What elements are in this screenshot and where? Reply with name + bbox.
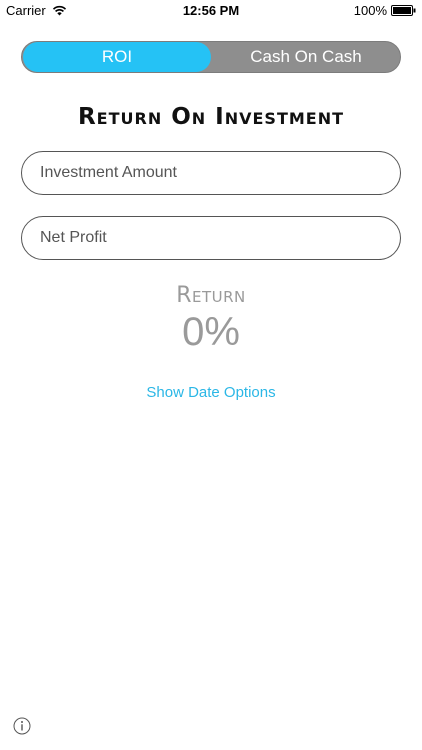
show-date-options-link[interactable]: Show Date Options: [0, 384, 422, 401]
investment-amount-input[interactable]: [22, 152, 400, 194]
battery-icon: [391, 5, 416, 16]
investment-amount-field-wrapper: [21, 151, 401, 195]
segment-cash-on-cash[interactable]: Cash On Cash: [212, 42, 400, 72]
screen: Carrier 12:56 PM 100% ROI Cash On Cash R…: [0, 0, 422, 750]
battery-percent: 100%: [353, 3, 387, 18]
segment-roi-label: ROI: [101, 47, 133, 66]
result-value: 0%: [182, 310, 240, 354]
segment-cash-on-cash-label: Cash On Cash: [250, 47, 362, 66]
status-bar: Carrier 12:56 PM 100%: [0, 0, 422, 22]
status-right: 100%: [354, 3, 416, 18]
info-icon[interactable]: [13, 717, 31, 735]
net-profit-field-wrapper: [21, 216, 401, 260]
result-label: Return: [176, 283, 246, 308]
page-title: Return On Investment: [77, 104, 345, 130]
segment-roi[interactable]: ROI: [23, 42, 211, 72]
mode-segmented-control: ROI Cash On Cash: [21, 41, 401, 73]
net-profit-input[interactable]: [22, 217, 400, 259]
